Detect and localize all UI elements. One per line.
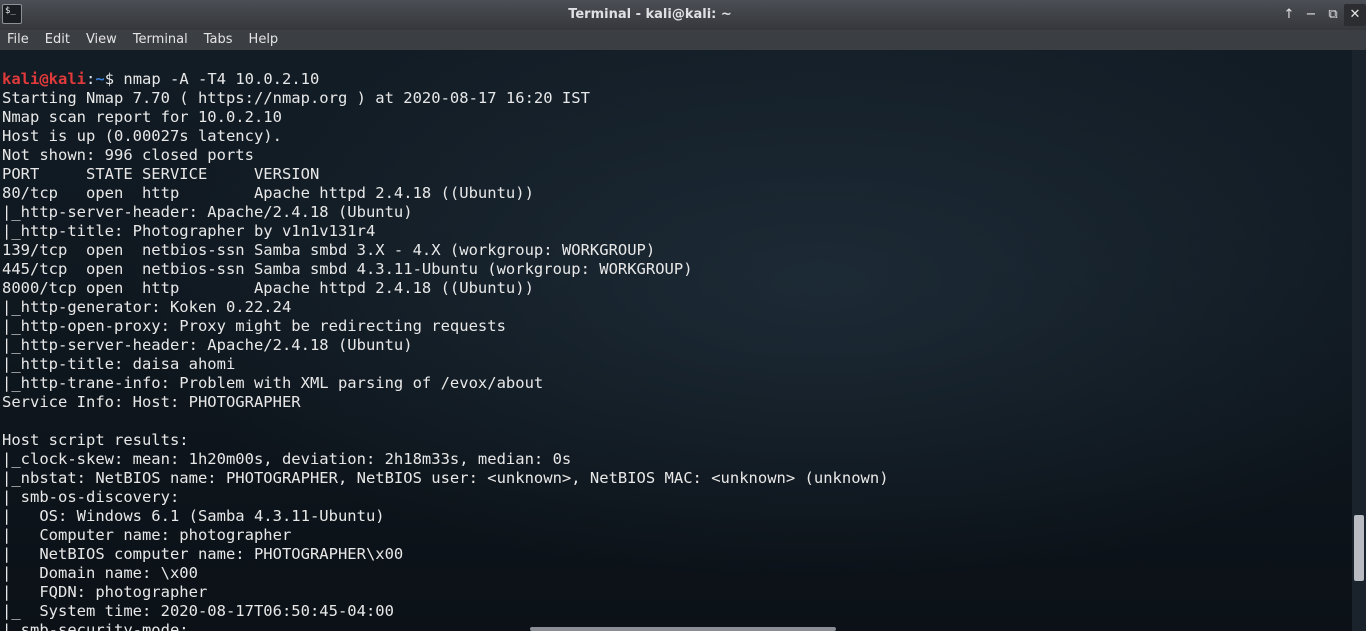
vertical-scroll-thumb[interactable] <box>1354 515 1364 581</box>
prompt-path: ~ <box>95 70 105 88</box>
keep-above-button[interactable]: ↑ <box>1278 4 1300 26</box>
output-line: 8000/tcp open http Apache httpd 2.4.18 (… <box>2 279 534 297</box>
output-line: | smb-os-discovery: <box>2 488 189 506</box>
output-line: | OS: Windows 6.1 (Samba 4.3.11-Ubuntu) <box>2 507 385 525</box>
output-line: 139/tcp open netbios-ssn Samba smbd 3.X … <box>2 241 656 259</box>
minimize-button[interactable]: − <box>1300 4 1322 26</box>
output-line: | Domain name: \x00 <box>2 564 198 582</box>
terminal-output[interactable]: kali@kali:~$ nmap -A -T4 10.0.2.10 Starti… <box>2 70 889 631</box>
output-line: |_http-generator: Koken 0.22.24 <box>2 298 292 316</box>
terminal-area[interactable]: kali@kali:~$ nmap -A -T4 10.0.2.10 Starti… <box>0 50 1366 631</box>
output-line: PORT STATE SERVICE VERSION <box>2 165 320 183</box>
prompt-line: kali@kali:~$ nmap -A -T4 10.0.2.10 <box>2 70 889 89</box>
menu-help[interactable]: Help <box>241 30 287 50</box>
terminal-window: $_ Terminal - kali@kali: ~ ↑ − ⧉ ✕ File … <box>0 0 1366 631</box>
prompt-user-host: kali@kali <box>2 70 86 88</box>
output-line: |_http-server-header: Apache/2.4.18 (Ubu… <box>2 336 413 354</box>
menu-file[interactable]: File <box>0 30 37 50</box>
vertical-scrollbar[interactable] <box>1352 50 1366 631</box>
output-line: Nmap scan report for 10.0.2.10 <box>2 108 282 126</box>
output-line: | FQDN: photographer <box>2 583 208 601</box>
close-button[interactable]: ✕ <box>1344 4 1366 26</box>
horizontal-scroll-indicator[interactable] <box>530 627 836 631</box>
output-line: Service Info: Host: PHOTOGRAPHER <box>2 393 301 411</box>
output-line: Host is up (0.00027s latency). <box>2 127 282 145</box>
menu-tabs[interactable]: Tabs <box>196 30 241 50</box>
menu-view[interactable]: View <box>78 30 125 50</box>
window-controls: ↑ − ⧉ ✕ <box>1278 4 1366 26</box>
window-title: Terminal - kali@kali: ~ <box>568 7 732 22</box>
menu-bar: File Edit View Terminal Tabs Help <box>0 30 1366 50</box>
output-line: 80/tcp open http Apache httpd 2.4.18 ((U… <box>2 184 534 202</box>
menu-terminal[interactable]: Terminal <box>125 30 196 50</box>
output-line: |_nbstat: NetBIOS name: PHOTOGRAPHER, Ne… <box>2 469 889 487</box>
output-line: |_http-server-header: Apache/2.4.18 (Ubu… <box>2 203 413 221</box>
output-line: | Computer name: photographer <box>2 526 292 544</box>
prompt-command: nmap -A -T4 10.0.2.10 <box>123 70 320 88</box>
prompt-symbol: $ <box>104 70 124 88</box>
output-line: Not shown: 996 closed ports <box>2 146 254 164</box>
output-line: |_ System time: 2020-08-17T06:50:45-04:0… <box>2 602 394 620</box>
output-line: |_http-trane-info: Problem with XML pars… <box>2 374 544 392</box>
prompt-separator: : <box>86 70 96 88</box>
maximize-button[interactable]: ⧉ <box>1322 4 1344 26</box>
output-line: 445/tcp open netbios-ssn Samba smbd 4.3.… <box>2 260 693 278</box>
output-line: |_http-title: daisa ahomi <box>2 355 236 373</box>
output-line: |_http-open-proxy: Proxy might be redire… <box>2 317 506 335</box>
output-lines: Starting Nmap 7.70 ( https://nmap.org ) … <box>2 89 889 631</box>
output-line: |_clock-skew: mean: 1h20m00s, deviation:… <box>2 450 572 468</box>
output-line: Starting Nmap 7.70 ( https://nmap.org ) … <box>2 89 590 107</box>
output-line: Host script results: <box>2 431 189 449</box>
output-line: |_http-title: Photographer by v1n1v131r4 <box>2 222 376 240</box>
output-line: | NetBIOS computer name: PHOTOGRAPHER\x0… <box>2 545 404 563</box>
title-bar[interactable]: $_ Terminal - kali@kali: ~ ↑ − ⧉ ✕ <box>0 0 1366 31</box>
menu-edit[interactable]: Edit <box>37 30 78 50</box>
